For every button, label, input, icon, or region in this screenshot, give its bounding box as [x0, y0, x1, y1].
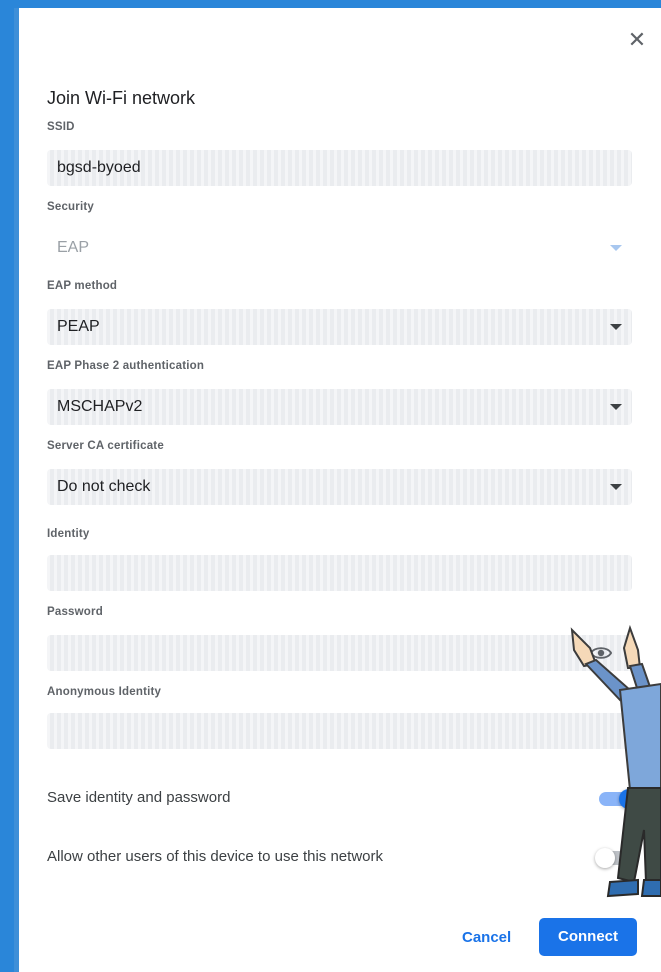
- security-label: Security: [47, 201, 94, 213]
- password-label: Password: [47, 606, 103, 618]
- phase2-value: MSCHAPv2: [57, 398, 143, 415]
- dialog-title: Join Wi-Fi network: [47, 88, 196, 108]
- password-input[interactable]: [47, 635, 632, 671]
- close-icon[interactable]: ✕: [627, 29, 647, 51]
- cancel-button[interactable]: Cancel: [444, 920, 529, 956]
- server-ca-label: Server CA certificate: [47, 440, 164, 452]
- chevron-down-icon: [610, 404, 622, 410]
- connect-button[interactable]: Connect: [539, 918, 637, 956]
- server-ca-value: Do not check: [57, 478, 151, 495]
- identity-input[interactable]: [47, 555, 632, 591]
- anonymous-identity-input[interactable]: [47, 713, 632, 749]
- server-ca-select[interactable]: Do not check: [47, 469, 632, 505]
- share-network-label: Allow other users of this device to use …: [47, 848, 383, 865]
- security-select: EAP: [47, 230, 632, 266]
- chevron-down-icon: [610, 324, 622, 330]
- phase2-select[interactable]: MSCHAPv2: [47, 389, 632, 425]
- ssid-input[interactable]: bgsd-byoed: [47, 150, 632, 186]
- chevron-down-icon: [610, 484, 622, 490]
- ssid-label: SSID: [47, 121, 75, 133]
- eap-method-label: EAP method: [47, 280, 118, 292]
- pointing-character-illustration: [570, 624, 661, 898]
- eap-method-value: PEAP: [57, 318, 100, 335]
- eap-method-select[interactable]: PEAP: [47, 309, 632, 345]
- phase2-label: EAP Phase 2 authentication: [47, 360, 205, 372]
- save-identity-label: Save identity and password: [47, 789, 231, 806]
- identity-label: Identity: [47, 528, 90, 540]
- anonymous-identity-label: Anonymous Identity: [47, 686, 162, 698]
- chevron-down-icon: [610, 245, 622, 251]
- ssid-value: bgsd-byoed: [57, 159, 141, 176]
- security-value: EAP: [57, 239, 90, 256]
